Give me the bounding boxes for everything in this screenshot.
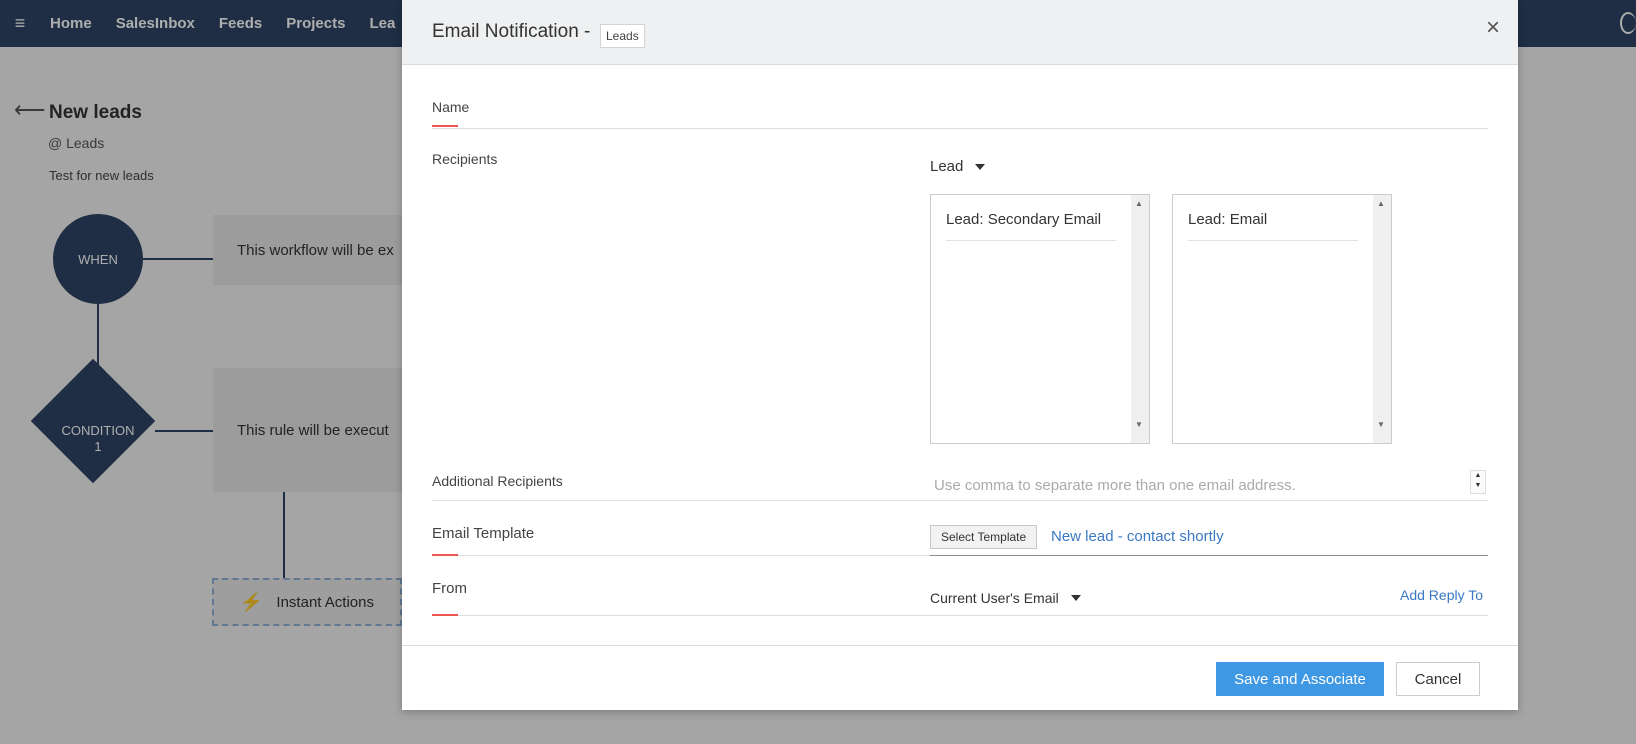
field-divider — [432, 555, 930, 556]
required-indicator — [432, 125, 458, 127]
from-value: Current User's Email — [930, 590, 1059, 606]
recipient-type-select[interactable]: Lead — [930, 158, 986, 175]
required-indicator — [432, 554, 458, 556]
modal-footer: Save and Associate Cancel — [402, 645, 1518, 710]
cancel-button[interactable]: Cancel — [1396, 662, 1480, 696]
resize-spinner-icon[interactable]: ▲ ▼ — [1470, 470, 1486, 494]
name-label: Name — [432, 99, 470, 115]
scroll-down-icon[interactable]: ▼ — [1377, 420, 1385, 429]
list-item[interactable]: Lead: Secondary Email — [946, 211, 1116, 241]
modal-title: Email Notification - — [432, 21, 591, 42]
from-label: From — [432, 580, 467, 597]
field-divider — [432, 500, 1488, 501]
recipients-label: Recipients — [432, 151, 498, 167]
from-select[interactable]: Current User's Email — [930, 590, 1081, 606]
close-icon[interactable]: × — [1486, 16, 1500, 40]
email-template-label: Email Template — [432, 525, 535, 542]
save-and-associate-button[interactable]: Save and Associate — [1216, 662, 1384, 696]
add-reply-to-link[interactable]: Add Reply To — [1400, 587, 1483, 603]
field-divider — [432, 615, 1488, 616]
chevron-down-icon — [1070, 595, 1081, 601]
name-input[interactable] — [432, 128, 1488, 129]
scrollbar[interactable]: ▲ ▼ — [1131, 195, 1149, 443]
template-link[interactable]: New lead - contact shortly — [1051, 528, 1224, 545]
additional-recipients-label: Additional Recipients — [432, 473, 563, 489]
email-notification-modal: Email Notification - Leads × Name Recipi… — [402, 0, 1518, 710]
selected-recipients-list[interactable]: Lead: Email ▲ ▼ — [1172, 194, 1392, 444]
list-item[interactable]: Lead: Email — [1188, 211, 1358, 241]
scroll-up-icon[interactable]: ▲ — [1377, 199, 1385, 208]
scroll-up-icon[interactable]: ▲ — [1135, 199, 1143, 208]
chevron-down-icon — [975, 163, 986, 170]
recipient-type-value: Lead — [930, 158, 964, 175]
available-recipients-list[interactable]: Lead: Secondary Email ▲ ▼ — [930, 194, 1150, 444]
scrollbar[interactable]: ▲ ▼ — [1373, 195, 1391, 443]
scroll-down-icon[interactable]: ▼ — [1135, 420, 1143, 429]
module-badge: Leads — [600, 24, 645, 48]
additional-recipients-input[interactable]: Use comma to separate more than one emai… — [934, 477, 1296, 494]
field-divider — [930, 555, 1488, 556]
required-indicator — [432, 614, 458, 616]
modal-header: Email Notification - Leads × — [402, 0, 1518, 65]
select-template-button[interactable]: Select Template — [930, 525, 1038, 549]
